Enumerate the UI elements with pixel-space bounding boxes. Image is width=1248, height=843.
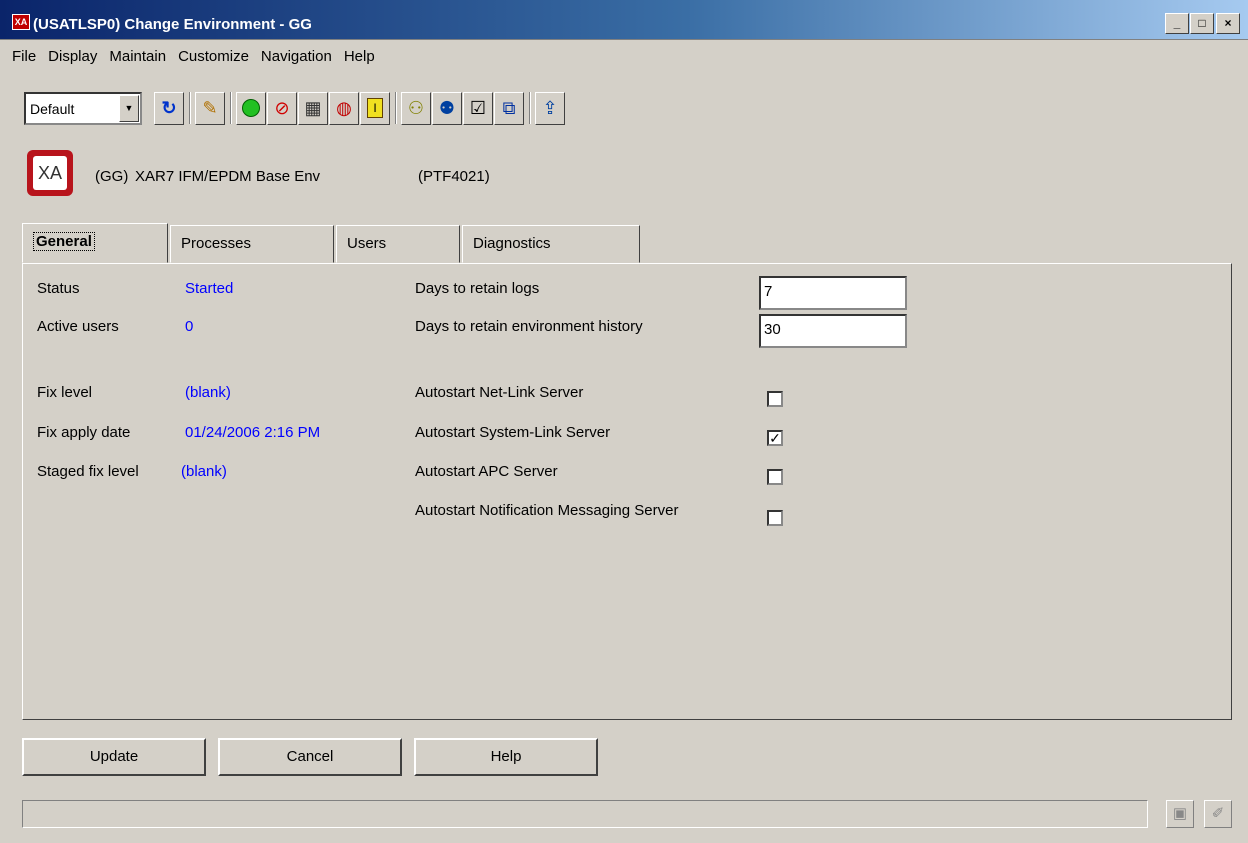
status-bar bbox=[22, 800, 1148, 828]
tab-general[interactable]: General bbox=[22, 223, 168, 263]
edit-disabled-icon[interactable]: ✐ bbox=[1204, 800, 1232, 828]
cancel-button[interactable]: Cancel bbox=[218, 738, 402, 776]
clipboard-icon[interactable]: ▣ bbox=[1166, 800, 1194, 828]
active-users-label: Active users bbox=[37, 318, 119, 335]
start-green-icon[interactable] bbox=[236, 91, 266, 125]
autostart-netlink-label: Autostart Net-Link Server bbox=[415, 384, 584, 401]
menu-maintain[interactable]: Maintain bbox=[109, 46, 166, 70]
menu-bar: File Display Maintain Customize Navigati… bbox=[0, 46, 375, 70]
update-button[interactable]: Update bbox=[22, 738, 206, 776]
edit-pencil-icon[interactable]: ✎ bbox=[195, 91, 225, 125]
fix-level-label: Fix level bbox=[37, 384, 93, 401]
menu-navigation[interactable]: Navigation bbox=[261, 46, 332, 70]
status-label: Status bbox=[37, 280, 80, 297]
minimize-button[interactable]: _ bbox=[1165, 13, 1189, 34]
users-icon[interactable]: ⚉ bbox=[432, 91, 462, 125]
close-button[interactable]: × bbox=[1216, 13, 1240, 34]
autostart-apc-label: Autostart APC Server bbox=[415, 463, 558, 480]
autostart-netlink-checkbox[interactable] bbox=[767, 391, 783, 407]
general-panel: Status Started Active users 0 Fix level … bbox=[22, 263, 1232, 720]
maximize-button[interactable]: □ bbox=[1190, 13, 1214, 34]
env-code: (GG) bbox=[95, 168, 129, 185]
export-icon[interactable]: ⇪ bbox=[535, 91, 565, 125]
autostart-apc-checkbox[interactable] bbox=[767, 469, 783, 485]
fix-apply-date-value: 01/24/2006 2:16 PM bbox=[185, 424, 321, 441]
windows-icon[interactable]: ⧉ bbox=[494, 91, 524, 125]
app-icon: XA bbox=[12, 14, 30, 30]
tree-icon[interactable]: ⚇ bbox=[401, 91, 431, 125]
tab-diagnostics-label: Diagnostics bbox=[473, 235, 551, 252]
menu-customize[interactable]: Customize bbox=[178, 46, 249, 70]
toolbar: Default ▼ ↻ ✎ ⊘ ▦ ◍ I ⚇ ⚉ ☑ ⧉ ⇪ bbox=[24, 88, 566, 128]
days-history-input[interactable]: 30 bbox=[759, 314, 907, 348]
staged-fix-level-value: (blank) bbox=[181, 463, 227, 480]
checklist-icon[interactable]: ☑ bbox=[463, 91, 493, 125]
window-title: (USATLSP0) Change Environment - GG bbox=[33, 16, 312, 33]
autostart-systemlink-checkbox[interactable]: ✓ bbox=[767, 430, 783, 446]
fix-level-value: (blank) bbox=[185, 384, 231, 401]
env-name: XAR7 IFM/EPDM Base Env bbox=[135, 168, 321, 185]
server-icon[interactable]: ▦ bbox=[298, 91, 328, 125]
xa-logo: XA bbox=[27, 150, 73, 196]
status-value: Started bbox=[185, 280, 234, 297]
title-bar[interactable]: XA (USATLSP0) Change Environment - GG _ … bbox=[0, 0, 1248, 40]
days-logs-label: Days to retain logs bbox=[415, 280, 540, 297]
autostart-notification-label: Autostart Notification Messaging Server bbox=[415, 502, 679, 519]
tab-diagnostics[interactable]: Diagnostics bbox=[462, 225, 640, 263]
menu-file[interactable]: File bbox=[12, 46, 36, 70]
tab-processes-label: Processes bbox=[181, 235, 252, 252]
days-history-label: Days to retain environment history bbox=[415, 318, 643, 335]
active-users-value: 0 bbox=[185, 318, 194, 335]
view-select-value: Default bbox=[30, 100, 75, 117]
autostart-systemlink-label: Autostart System-Link Server bbox=[415, 424, 611, 441]
staged-fix-level-label: Staged fix level bbox=[37, 463, 139, 480]
stop-red-icon[interactable]: ⊘ bbox=[267, 91, 297, 125]
autostart-notification-checkbox[interactable] bbox=[767, 510, 783, 526]
env-ptf: (PTF4021) bbox=[418, 168, 490, 185]
tab-users-label: Users bbox=[347, 235, 387, 252]
menu-help[interactable]: Help bbox=[344, 46, 375, 70]
xa-logo-text: XA bbox=[33, 156, 67, 190]
fix-apply-date-label: Fix apply date bbox=[37, 424, 131, 441]
tab-processes[interactable]: Processes bbox=[170, 225, 334, 263]
tab-general-label: General bbox=[33, 232, 95, 251]
days-logs-input[interactable]: 7 bbox=[759, 276, 907, 310]
tab-users[interactable]: Users bbox=[336, 225, 460, 263]
chevron-down-icon[interactable]: ▼ bbox=[119, 94, 139, 122]
info-icon[interactable]: I bbox=[360, 91, 390, 125]
refresh-icon[interactable]: ↻ bbox=[154, 91, 184, 125]
help-button[interactable]: Help bbox=[414, 738, 598, 776]
menu-display[interactable]: Display bbox=[48, 46, 97, 70]
lock-icon[interactable]: ◍ bbox=[329, 91, 359, 125]
view-select[interactable]: Default ▼ bbox=[24, 91, 142, 125]
